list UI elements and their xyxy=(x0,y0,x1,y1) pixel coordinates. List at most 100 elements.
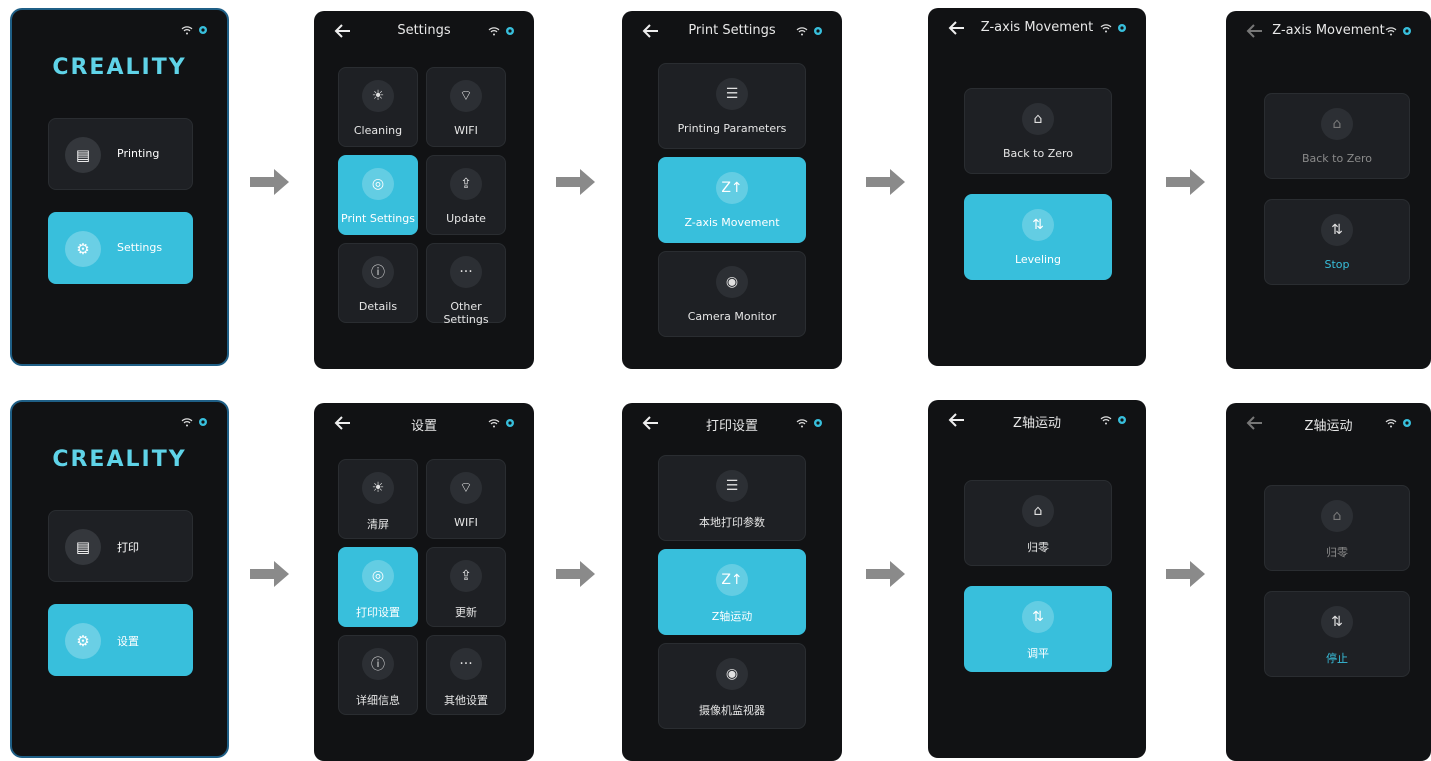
tile-label: Other Settings xyxy=(443,300,489,326)
tile-label: 清屏 xyxy=(367,518,389,531)
z-axis-running-screen: Z轴运动 ⌂ 归零 ⇅ 停止 xyxy=(1226,403,1431,761)
screen-header: 打印设置 xyxy=(622,403,842,443)
flow-arrow-icon xyxy=(1166,560,1206,588)
camera-icon xyxy=(812,25,824,40)
tile-label: 更新 xyxy=(455,606,477,619)
tile-label: Stop xyxy=(1324,258,1350,271)
tile-label: Back to Zero xyxy=(1002,147,1074,160)
tile-leveling[interactable]: ⇅ Stop xyxy=(1264,199,1410,285)
tile-label: 本地打印参数 xyxy=(699,516,765,529)
tile-sliders[interactable]: ☰ 本地打印参数 xyxy=(658,455,806,541)
sliders-icon: ☰ xyxy=(716,78,748,110)
tile-bulb[interactable]: ☀ Cleaning xyxy=(338,67,418,147)
leveling-icon: ⇅ xyxy=(1321,214,1353,246)
home-item-label: 设置 xyxy=(117,635,139,648)
home-zero-icon: ⌂ xyxy=(1022,103,1054,135)
tile-label: Back to Zero xyxy=(1301,152,1373,165)
leveling-icon: ⇅ xyxy=(1022,601,1054,633)
tile-label: 停止 xyxy=(1326,652,1348,665)
tile-label: Z-axis Movement xyxy=(684,216,780,229)
camera-icon xyxy=(504,25,516,40)
print-settings-icon: ◎ xyxy=(362,168,394,200)
flow-arrow-icon xyxy=(250,560,290,588)
tile-wifi[interactable]: ⌔ WIFI xyxy=(426,67,506,147)
tile-label: Update xyxy=(446,212,486,225)
home-item-gear[interactable]: ⚙ 设置 xyxy=(48,604,193,676)
screen-header: 设置 xyxy=(314,403,534,443)
tile-label: Details xyxy=(358,300,398,313)
flow-arrow-icon xyxy=(866,560,906,588)
home-screen: CREALITY ▤ 打印 ⚙ 设置 xyxy=(10,400,229,758)
home-item-gear[interactable]: ⚙ Settings xyxy=(48,212,193,284)
screen-header: Z轴运动 xyxy=(1226,403,1431,443)
tile-camera[interactable]: ◉ 摄像机监视器 xyxy=(658,643,806,729)
wifi-icon xyxy=(1100,414,1112,429)
tile-label: WIFI xyxy=(454,516,478,529)
wifi-icon xyxy=(488,417,500,432)
home-screen: CREALITY ▤ Printing ⚙ Settings xyxy=(10,8,229,366)
tile-home-zero[interactable]: ⌂ 归零 xyxy=(1264,485,1410,571)
creality-logo: CREALITY xyxy=(52,55,187,80)
camera-icon: ◉ xyxy=(716,266,748,298)
tile-label: 打印设置 xyxy=(356,606,400,619)
z-axis-screen: Z轴运动 ⌂ 归零 ⇅ 调平 xyxy=(928,400,1146,758)
tile-more[interactable]: ··· 其他设置 xyxy=(426,635,506,715)
wifi-icon xyxy=(488,25,500,40)
info-icon: ⓘ xyxy=(362,256,394,288)
home-item-file[interactable]: ▤ 打印 xyxy=(48,510,193,582)
status-icons xyxy=(488,25,516,40)
settings-screen: Settings ☀ Cleaning ⌔ WIFI ◎ Print Settings ⇪ Up… xyxy=(314,11,534,369)
camera-icon xyxy=(1401,417,1413,432)
tile-bulb[interactable]: ☀ 清屏 xyxy=(338,459,418,539)
tile-print-settings[interactable]: ◎ Print Settings xyxy=(338,155,418,235)
flow-arrow-icon xyxy=(1166,168,1206,196)
flow-arrow-icon xyxy=(866,168,906,196)
home-zero-icon: ⌂ xyxy=(1022,495,1054,527)
tile-update[interactable]: ⇪ 更新 xyxy=(426,547,506,627)
gear-icon: ⚙ xyxy=(65,623,101,659)
tile-print-settings[interactable]: ◎ 打印设置 xyxy=(338,547,418,627)
tile-leveling[interactable]: ⇅ Leveling xyxy=(964,194,1112,280)
tile-home-zero[interactable]: ⌂ 归零 xyxy=(964,480,1112,566)
flow-arrow-icon xyxy=(556,560,596,588)
tile-wifi[interactable]: ⌔ WIFI xyxy=(426,459,506,539)
tile-z-axis[interactable]: Z↑ Z-axis Movement xyxy=(658,157,806,243)
tile-sliders[interactable]: ☰ Printing Parameters xyxy=(658,63,806,149)
home-item-file[interactable]: ▤ Printing xyxy=(48,118,193,190)
tile-home-zero[interactable]: ⌂ Back to Zero xyxy=(964,88,1112,174)
tile-label: Leveling xyxy=(1014,253,1062,266)
tile-leveling[interactable]: ⇅ 调平 xyxy=(964,586,1112,672)
tile-home-zero[interactable]: ⌂ Back to Zero xyxy=(1264,93,1410,179)
home-zero-icon: ⌂ xyxy=(1321,500,1353,532)
status-icons xyxy=(181,24,209,39)
camera-icon xyxy=(504,417,516,432)
info-icon: ⓘ xyxy=(362,648,394,680)
status-icons xyxy=(796,25,824,40)
tile-z-axis[interactable]: Z↑ Z轴运动 xyxy=(658,549,806,635)
status-icons xyxy=(1100,22,1128,37)
leveling-icon: ⇅ xyxy=(1022,209,1054,241)
status-icons xyxy=(1385,25,1413,40)
tile-update[interactable]: ⇪ Update xyxy=(426,155,506,235)
status-icons xyxy=(1100,414,1128,429)
more-icon: ··· xyxy=(450,256,482,288)
tile-label: 归零 xyxy=(1027,541,1049,554)
file-icon: ▤ xyxy=(65,529,101,565)
tile-camera[interactable]: ◉ Camera Monitor xyxy=(658,251,806,337)
wifi-icon xyxy=(181,416,193,431)
z-axis-icon: Z↑ xyxy=(716,172,748,204)
tile-info[interactable]: ⓘ Details xyxy=(338,243,418,323)
tile-label: WIFI xyxy=(454,124,478,137)
screen-header: Settings xyxy=(314,11,534,51)
home-zero-icon: ⌂ xyxy=(1321,108,1353,140)
wifi-icon xyxy=(796,25,808,40)
wifi-icon xyxy=(796,417,808,432)
camera-icon xyxy=(1116,22,1128,37)
file-icon: ▤ xyxy=(65,137,101,173)
tile-info[interactable]: ⓘ 详细信息 xyxy=(338,635,418,715)
screen-header xyxy=(12,402,227,442)
status-icons xyxy=(181,416,209,431)
tile-more[interactable]: ··· Other Settings xyxy=(426,243,506,326)
screen-header: Z-axis Movement xyxy=(928,8,1146,48)
tile-leveling[interactable]: ⇅ 停止 xyxy=(1264,591,1410,677)
